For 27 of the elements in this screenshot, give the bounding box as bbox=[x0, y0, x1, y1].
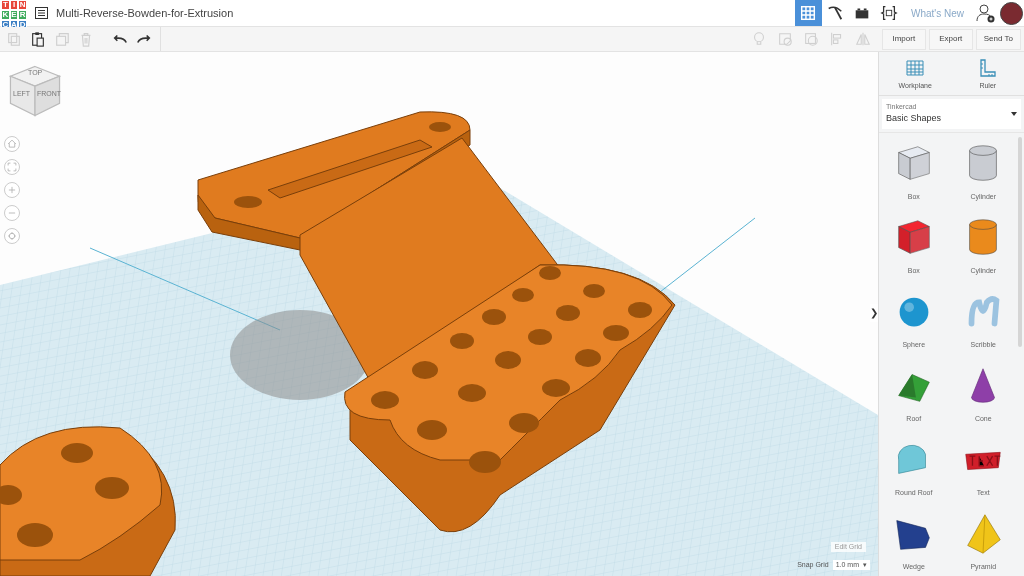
clipboard-icon bbox=[30, 31, 46, 47]
add-user-icon[interactable] bbox=[976, 3, 996, 23]
duplicate-icon bbox=[54, 31, 70, 47]
orbit-icon bbox=[5, 229, 19, 243]
orbit-button[interactable] bbox=[4, 228, 20, 244]
scrollbar[interactable] bbox=[1018, 136, 1022, 347]
grid-icon bbox=[799, 4, 818, 22]
pickaxe-icon bbox=[826, 4, 845, 22]
workplane-icon bbox=[904, 58, 927, 78]
copy-icon bbox=[6, 31, 22, 47]
design-title[interactable]: Multi-Reverse-Bowden-for-Extrusion bbox=[56, 4, 234, 22]
code-blocks-icon bbox=[880, 4, 899, 22]
toolbar-button[interactable]: Import bbox=[881, 28, 926, 50]
home-icon bbox=[5, 137, 19, 151]
toolbar-button[interactable]: Send To bbox=[975, 28, 1021, 50]
zoom-out-button[interactable] bbox=[4, 205, 20, 221]
group-icon bbox=[802, 31, 819, 47]
list-icon[interactable] bbox=[35, 7, 48, 19]
toolbar-button[interactable]: Export bbox=[928, 28, 973, 50]
avatar[interactable] bbox=[1000, 1, 1023, 25]
mirror-icon bbox=[854, 31, 871, 47]
caret-icon bbox=[1011, 111, 1017, 116]
fit-button[interactable] bbox=[4, 159, 20, 175]
zoom-in-button[interactable] bbox=[4, 182, 20, 198]
fit-view-icon bbox=[5, 160, 19, 174]
note-icon bbox=[776, 31, 793, 47]
home-button[interactable] bbox=[4, 136, 20, 152]
